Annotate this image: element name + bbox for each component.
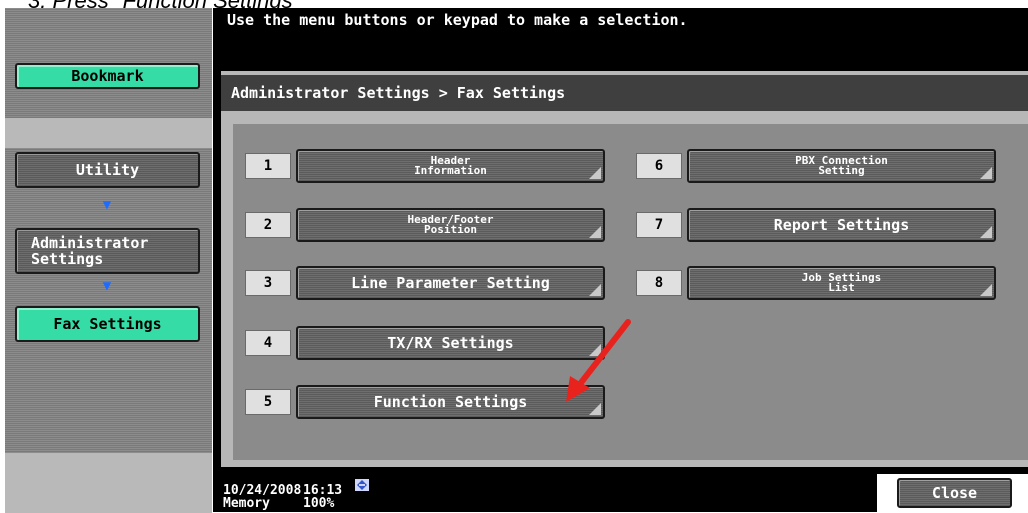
status-bar: 10/24/2008 Memory 16:13 100% Close bbox=[213, 474, 1028, 512]
menu-label: Header Information bbox=[414, 154, 487, 177]
status-memory-label: Memory bbox=[223, 496, 270, 511]
arrow-down-icon: ▼ bbox=[102, 197, 112, 213]
annotation-arrow-icon bbox=[566, 319, 631, 402]
menu-number: 3 bbox=[245, 270, 291, 296]
header-information-button[interactable]: Header Information bbox=[296, 149, 605, 183]
sidebar-item-fax-settings[interactable]: Fax Settings bbox=[15, 306, 200, 342]
menu-number: 7 bbox=[636, 212, 682, 238]
status-memory-value: 100% bbox=[303, 496, 335, 511]
sidebar-item-administrator-settings[interactable]: Administrator Settings bbox=[15, 228, 200, 274]
header-footer-position-button[interactable]: Header/Footer Position bbox=[296, 208, 605, 242]
menu-label: PBX Connection Setting bbox=[795, 154, 888, 177]
job-settings-list-button[interactable]: Job Settings List bbox=[687, 266, 996, 300]
menu-number: 8 bbox=[636, 270, 682, 296]
menu-number: 6 bbox=[636, 153, 682, 179]
menu-label: TX/RX Settings bbox=[387, 334, 514, 352]
network-status-icon bbox=[355, 479, 369, 491]
menu-number: 1 bbox=[245, 153, 291, 179]
menu-grid: 1 Header Information 2 Header/Footer Pos… bbox=[233, 124, 1028, 460]
sidebar-footer bbox=[5, 453, 212, 513]
sidebar-divider bbox=[5, 118, 212, 148]
sidebar-item-utility[interactable]: Utility bbox=[15, 152, 200, 188]
settings-panel: Administrator Settings > Fax Settings 1 … bbox=[221, 71, 1028, 467]
line-parameter-setting-button[interactable]: Line Parameter Setting bbox=[296, 266, 605, 300]
menu-label: Header/Footer Position bbox=[407, 213, 494, 236]
arrow-down-icon: ▼ bbox=[102, 278, 112, 294]
main-screen: Use the menu buttons or keypad to make a… bbox=[213, 8, 1028, 512]
status-time-memory: 16:13 100% bbox=[303, 484, 342, 510]
report-settings-button[interactable]: Report Settings bbox=[687, 208, 996, 242]
menu-label: Job Settings List bbox=[801, 271, 882, 294]
menu-label: Line Parameter Setting bbox=[351, 274, 550, 292]
close-button[interactable]: Close bbox=[897, 478, 1012, 508]
sidebar: Bookmark Utility ▼ Administrator Setting… bbox=[5, 8, 212, 513]
tx-rx-settings-button[interactable]: TX/RX Settings bbox=[296, 326, 605, 360]
menu-label: Report Settings bbox=[773, 216, 910, 234]
menu-label: Function Settings bbox=[373, 393, 528, 411]
menu-number: 5 bbox=[245, 389, 291, 415]
status-date-memory: 10/24/2008 Memory bbox=[223, 484, 301, 510]
instruction-text: Use the menu buttons or keypad to make a… bbox=[227, 11, 688, 29]
bookmark-button[interactable]: Bookmark bbox=[15, 63, 200, 89]
menu-number: 4 bbox=[245, 330, 291, 356]
function-settings-button[interactable]: Function Settings bbox=[296, 385, 605, 419]
breadcrumb: Administrator Settings > Fax Settings bbox=[221, 75, 1028, 111]
pbx-connection-setting-button[interactable]: PBX Connection Setting bbox=[687, 149, 996, 183]
menu-number: 2 bbox=[245, 212, 291, 238]
